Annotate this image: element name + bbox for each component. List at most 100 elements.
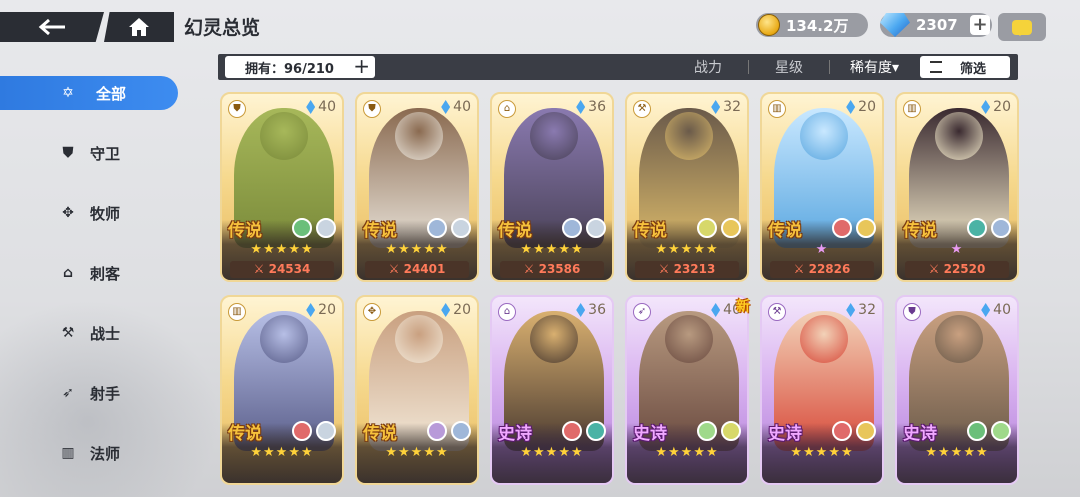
hero-card[interactable]: ⛊ 40 传说 ★★★★★ ⚔ 24534 xyxy=(220,92,344,282)
shield-icon: ⛊ xyxy=(62,145,74,161)
power-value: ⚔ 23586 xyxy=(500,261,604,278)
hero-head xyxy=(665,112,713,160)
shield-icon: ⛊ xyxy=(228,100,246,118)
level-diamond-icon xyxy=(441,100,451,114)
element-icon xyxy=(451,218,471,238)
hero-card[interactable]: ▥ 20 传说 ★ ⚔ 22520 xyxy=(895,92,1019,282)
element-icon xyxy=(697,218,717,238)
book-icon: ▥ xyxy=(228,303,246,321)
element-icon xyxy=(292,421,312,441)
axe-icon: ⚒ xyxy=(633,100,651,118)
shield-icon: ⛊ xyxy=(903,303,921,321)
element-icon xyxy=(856,421,876,441)
star-rating: ★★★★★ xyxy=(790,445,854,460)
hero-level: 32 xyxy=(711,99,741,115)
sidebar-item-all[interactable]: ✡ 全部 xyxy=(0,76,178,110)
star-rating: ★ xyxy=(815,242,829,257)
hero-card[interactable]: ⌂ 36 传说 ★★★★★ ⚔ 23586 xyxy=(490,92,614,282)
level-diamond-icon xyxy=(981,303,991,317)
power-number: 23213 xyxy=(673,262,716,276)
sidebar-item-priest[interactable]: ✥ 牧师 xyxy=(0,196,178,230)
sort-rarity[interactable]: 稀有度▾ xyxy=(850,57,899,77)
hero-level: 20 xyxy=(981,99,1011,115)
owned-count[interactable]: 拥有：96/210 + xyxy=(225,56,375,78)
star-rating: ★★★★★ xyxy=(520,242,584,257)
hero-card[interactable]: ⛊ 40 史诗 ★★★★★ xyxy=(895,295,1019,485)
home-button[interactable] xyxy=(104,12,174,42)
hero-card[interactable]: ⌂ 36 史诗 ★★★★★ xyxy=(490,295,614,485)
level-diamond-icon xyxy=(711,303,721,317)
element-icon xyxy=(991,218,1011,238)
element-icon xyxy=(427,218,447,238)
hero-level: 40 xyxy=(981,302,1011,318)
level-value: 32 xyxy=(723,99,741,115)
power-value: ⚔ 22520 xyxy=(905,261,1009,278)
gem-counter: 2307 + xyxy=(880,13,992,37)
rarity-label: 传说 xyxy=(228,221,262,241)
sort-power[interactable]: 战力 xyxy=(694,57,722,77)
element-icon xyxy=(991,421,1011,441)
power-value: ⚔ 24401 xyxy=(365,261,469,278)
level-value: 40 xyxy=(993,302,1011,318)
hero-head xyxy=(935,112,983,160)
rarity-label: 传说 xyxy=(498,221,532,241)
level-value: 40 xyxy=(318,99,336,115)
sidebar-item-warrior[interactable]: ⚒ 战士 xyxy=(0,316,178,350)
back-arrow-icon xyxy=(38,18,65,36)
hero-card[interactable]: ⚒ 32 史诗 ★★★★★ xyxy=(760,295,884,485)
chat-button[interactable] xyxy=(998,13,1046,41)
level-value: 36 xyxy=(588,99,606,115)
hero-level: 32 xyxy=(846,302,876,318)
rarity-label: 传说 xyxy=(768,221,802,241)
hero-card[interactable]: ▥ 20 传说 ★★★★★ xyxy=(220,295,344,485)
element-icon xyxy=(316,421,336,441)
hood-icon: ⌂ xyxy=(62,265,74,281)
level-diamond-icon xyxy=(576,100,586,114)
sidebar-item-archer[interactable]: ➶ 射手 xyxy=(0,376,178,410)
sidebar-item-label: 全部 xyxy=(96,84,127,103)
home-icon xyxy=(129,18,149,36)
hero-head xyxy=(935,315,983,363)
hero-card[interactable]: ▥ 20 传说 ★ ⚔ 22826 xyxy=(760,92,884,282)
hero-level: 20 xyxy=(306,302,336,318)
bow-icon: ➶ xyxy=(62,385,74,401)
star-rating: ★ xyxy=(950,242,964,257)
star-rating: ★★★★★ xyxy=(250,242,314,257)
sidebar-item-assassin[interactable]: ⌂ 刺客 xyxy=(0,256,178,290)
filter-button[interactable]: 筛选 xyxy=(920,56,1010,78)
power-value: ⚔ 24534 xyxy=(230,261,334,278)
hero-level: 40 xyxy=(441,99,471,115)
sort-star[interactable]: 星级 xyxy=(775,57,803,77)
level-value: 32 xyxy=(858,302,876,318)
hero-card[interactable]: ➶ 40 史诗 ★★★★★ xyxy=(625,295,749,485)
add-gems-button[interactable]: + xyxy=(970,15,990,35)
bow-icon: ➶ xyxy=(633,303,651,321)
sidebar-item-label: 牧师 xyxy=(90,204,121,223)
star-rating: ★★★★★ xyxy=(385,242,449,257)
sidebar-item-label: 法师 xyxy=(90,444,121,463)
gem-icon xyxy=(880,13,910,37)
level-diamond-icon xyxy=(846,100,856,114)
hero-head xyxy=(530,315,578,363)
expand-icon: + xyxy=(353,54,370,78)
element-icon xyxy=(721,421,741,441)
wings-icon: ✥ xyxy=(363,303,381,321)
hero-head xyxy=(260,112,308,160)
rarity-label: 传说 xyxy=(903,221,937,241)
axe-icon: ⚒ xyxy=(768,303,786,321)
back-button[interactable] xyxy=(0,12,104,42)
star-rating: ★★★★★ xyxy=(385,445,449,460)
sidebar-item-guard[interactable]: ⛊ 守卫 xyxy=(0,136,178,170)
sidebar-item-mage[interactable]: ▥ 法师 xyxy=(0,436,178,470)
star-rating: ★★★★★ xyxy=(925,445,989,460)
hero-card[interactable]: ⚒ 32 传说 ★★★★★ ⚔ 23213 xyxy=(625,92,749,282)
rarity-label: 传说 xyxy=(228,424,262,444)
element-icon xyxy=(316,218,336,238)
hero-card[interactable]: ⛊ 40 传说 ★★★★★ ⚔ 24401 xyxy=(355,92,479,282)
level-value: 36 xyxy=(588,302,606,318)
element-icon xyxy=(586,218,606,238)
book-icon: ▥ xyxy=(903,100,921,118)
level-diamond-icon xyxy=(981,100,991,114)
hero-card[interactable]: ✥ 20 传说 ★★★★★ xyxy=(355,295,479,485)
gold-amount: 134.2万 xyxy=(786,16,849,35)
